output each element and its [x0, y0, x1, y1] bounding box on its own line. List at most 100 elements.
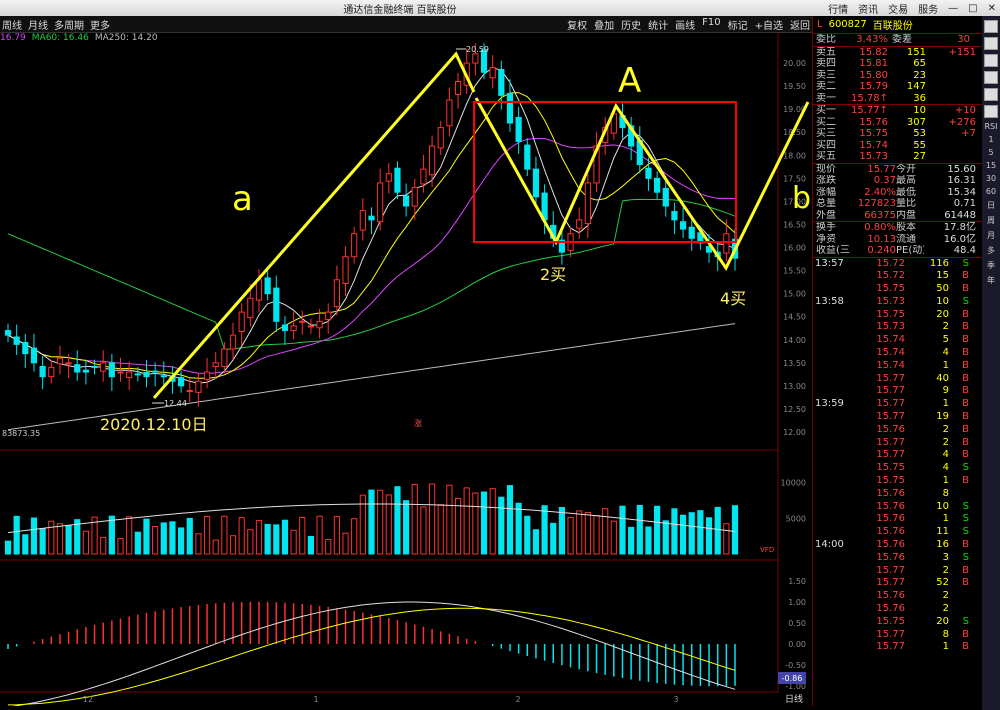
candle-up: [489, 67, 496, 79]
ask-label: 卖三: [816, 69, 836, 81]
tab-more[interactable]: 更多: [90, 17, 110, 32]
tick-volume: 2: [942, 436, 949, 448]
ask-label: 卖四: [816, 58, 836, 69]
volume-bar-down: [688, 512, 695, 555]
tick-row: 15.77 40 B: [813, 373, 983, 386]
sidebar-period[interactable]: 日: [987, 200, 995, 211]
tick-side: S: [962, 500, 969, 512]
mark-button[interactable]: 标记: [728, 17, 748, 32]
sidebar-period[interactable]: 60: [986, 187, 996, 196]
f10-button[interactable]: F10: [702, 17, 720, 32]
ask-row: 卖四 15.81 65: [813, 58, 983, 70]
tab-multi-period[interactable]: 多周期: [54, 17, 84, 32]
tick-row: 14:00 15.76 16 B: [813, 539, 983, 552]
candle-up: [212, 362, 219, 368]
menu-quotes[interactable]: 行情: [828, 1, 848, 16]
sidebar-period[interactable]: 月: [987, 230, 995, 241]
ask-volume: 23: [913, 69, 926, 81]
tick-price: 15.76: [876, 500, 905, 512]
price-tick: 18.00: [783, 151, 806, 160]
stat-value: 127823: [857, 198, 896, 209]
tick-volume: 116: [929, 257, 949, 269]
tool-icon[interactable]: [984, 54, 998, 67]
draw-button[interactable]: 画线: [675, 17, 695, 32]
tool-icon[interactable]: [984, 105, 998, 118]
window-menu: 行情 资讯 交易 服务 — □ ✕: [828, 0, 996, 16]
tick-side: S: [962, 257, 969, 269]
sidebar-period[interactable]: 15: [986, 161, 996, 170]
restore-rights-button[interactable]: 复权: [567, 17, 587, 32]
price-tick: 15.50: [783, 267, 806, 276]
sidebar-period[interactable]: 年: [987, 275, 995, 286]
sidebar-period[interactable]: 季: [987, 260, 995, 271]
indicator-sidebar: RSI 1 5 15 30 60 日周月多季年: [982, 16, 1000, 710]
tick-time: [815, 501, 855, 514]
tab-monthly[interactable]: 月线: [28, 17, 48, 32]
tool-icon[interactable]: [984, 20, 998, 33]
candle-down: [679, 221, 687, 230]
close-icon[interactable]: ✕: [988, 3, 996, 14]
tick-price: 15.77: [876, 577, 905, 589]
tick-time: [815, 590, 855, 603]
tick-side: B: [962, 372, 969, 384]
tab-weekly[interactable]: 周线: [2, 17, 22, 32]
tick-row: 15.77 1 B: [813, 641, 983, 654]
tick-row: 15.75 1 B: [813, 475, 983, 488]
ask-volume: 36: [913, 92, 926, 104]
candle-down: [498, 69, 505, 96]
stat-row: 净资 10.13 流通 16.0亿: [813, 234, 983, 246]
volume-bar-up: [437, 504, 444, 555]
sidebar-period[interactable]: 多: [987, 245, 995, 256]
stat-value: 48.4: [953, 245, 976, 256]
bid-volume: 53: [913, 128, 926, 139]
tick-volume: 3: [942, 551, 949, 563]
macd-tick: 0.50: [788, 619, 806, 628]
tick-time: [815, 321, 855, 334]
ask-row: 卖二 15.79 147: [813, 81, 983, 93]
tick-list[interactable]: 13:57 15.72 116 S 15.72 15 B 15.75 50 B 13:58 15.73…: [813, 258, 983, 655]
maximize-icon[interactable]: □: [968, 3, 977, 14]
tick-price: 15.75: [876, 475, 905, 487]
add-watchlist-button[interactable]: +自选: [755, 17, 783, 32]
tick-price: 15.77: [876, 436, 905, 448]
candle-down: [160, 375, 167, 378]
stat-value: 17.8亿: [943, 222, 976, 233]
candle-up: [342, 256, 349, 285]
back-button[interactable]: 返回: [790, 17, 810, 32]
sidebar-period[interactable]: 30: [986, 174, 996, 183]
volume-bar-up: [212, 539, 219, 555]
history-button[interactable]: 历史: [621, 17, 641, 32]
minimize-icon[interactable]: —: [948, 3, 958, 14]
stat-value: 15.77: [867, 163, 896, 175]
sidebar-period[interactable]: 5: [988, 148, 993, 157]
tick-price: 15.76: [876, 590, 905, 602]
stats-button[interactable]: 统计: [648, 17, 668, 32]
volume-bar-down: [671, 508, 678, 555]
tick-volume: 1: [942, 641, 949, 653]
menu-service[interactable]: 服务: [918, 1, 938, 16]
tick-time: 14:00: [815, 539, 844, 551]
menu-news[interactable]: 资讯: [858, 1, 878, 16]
candle-up: [48, 366, 55, 378]
volume-bar-up: [229, 535, 237, 555]
sidebar-period[interactable]: 1: [988, 135, 993, 144]
volume-bar-up: [593, 515, 600, 555]
tool-icon[interactable]: [984, 88, 998, 101]
ask-price: 15.79: [859, 81, 888, 92]
price-tick: 13.00: [783, 382, 806, 391]
sidebar-period[interactable]: 周: [987, 215, 995, 226]
overlay-button[interactable]: 叠加: [594, 17, 614, 32]
volume-bar-down: [550, 522, 557, 555]
candle-up: [584, 182, 591, 225]
candle-down: [91, 366, 98, 369]
sidebar-period[interactable]: RSI: [985, 122, 998, 131]
tick-side: S: [962, 462, 969, 474]
tick-row: 15.76 2 B: [813, 424, 983, 437]
volume-bar-down: [506, 485, 514, 555]
tool-icon[interactable]: [984, 37, 998, 50]
kline-chart[interactable]: 20.0019.5019.0018.5018.0017.5017.0016.50…: [0, 32, 812, 706]
tool-icon[interactable]: [984, 71, 998, 84]
tick-side: B: [962, 347, 969, 359]
volume-bar-up: [195, 533, 202, 555]
menu-trade[interactable]: 交易: [888, 1, 908, 16]
